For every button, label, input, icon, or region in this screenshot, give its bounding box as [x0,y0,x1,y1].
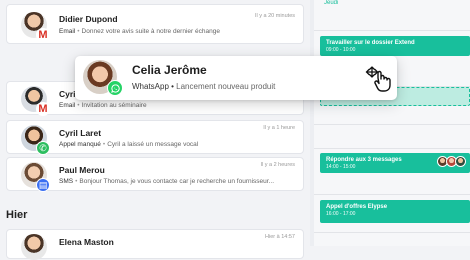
list-item[interactable]: ▤ Paul Merou SMS • Bonjour Thomas, je vous… [6,157,304,192]
calendar-day-column: Jeudi Travailler sur le dossier Extend 0… [314,0,470,246]
hour-line [314,194,470,195]
item-meta: SMS • Bonjour Thomas, je vous contacte car… [59,178,274,185]
section-title-yesterday: Hier [6,209,28,221]
whatsapp-icon [107,80,123,96]
calendar-event[interactable]: Travailler sur le dossier Extend 09:00 -… [320,36,470,56]
hand-cursor-icon [365,66,391,92]
calendar-event[interactable]: Répondre aux 3 messages 14:00 - 15:00 [320,153,470,173]
separator-dot: • [77,28,80,35]
gmail-icon: M [36,102,50,116]
item-text: Bonjour Thomas, je vous contacte car je … [79,178,274,185]
event-participants [437,156,466,167]
channel-label: SMS [59,178,74,185]
channel-label: Email [59,28,76,35]
separator-dot: • [75,178,78,185]
list-item[interactable]: M Didier Dupond Email • Donnez votre avis … [6,4,304,44]
phone-icon: ✆ [36,141,50,155]
hour-line [314,148,470,149]
item-meta: Appel manqué • Cyril a laissé un message v… [59,141,198,148]
separator-dot: • [102,141,106,148]
event-title: Appel d'offres Elypse [326,204,388,210]
contact-name: Didier Dupond [59,14,118,24]
channel-label: Appel manqué [59,141,101,148]
timestamp: Hier à 14:57 [265,234,295,240]
hour-line [314,124,470,125]
dragged-card[interactable]: Celia Jerôme WhatsApp • Lancement nouvea… [75,56,397,100]
separator-dot: • [77,102,80,109]
item-meta: Email • Invitation au séminaire [59,102,147,109]
list-item[interactable]: ✆ Cyril Laret Appel manqué • Cyril a laiss… [6,120,304,155]
timestamp: Il y a 2 heures [260,162,295,168]
timestamp: Il y a 20 minutes [254,13,295,19]
hour-line [314,30,470,31]
calendar-panel: Jeudi Travailler sur le dossier Extend 0… [310,0,470,246]
event-time: 16:00 - 17:00 [326,211,356,217]
gmail-icon: M [36,28,50,42]
item-meta: Email • Donnez votre avis suite à notre de… [59,28,220,35]
contact-name: Celia Jerôme [132,63,207,77]
event-title: Travailler sur le dossier Extend [326,40,415,46]
item-text: Lancement nouveau produit [176,82,276,91]
event-time: 09:00 - 10:00 [326,47,356,53]
timestamp: Il y a 1 heure [263,125,295,131]
calendar-event[interactable]: Appel d'offres Elypse 16:00 - 17:00 [320,200,470,223]
contact-name: Paul Merou [59,165,105,175]
calendar-day-label: Jeudi [324,0,339,6]
item-text: Cyril a laissé un message vocal [107,141,199,148]
avatar [21,234,47,260]
activity-feed: M Didier Dupond Email • Donnez votre avis … [0,0,310,260]
contact-name: Cyril Laret [59,128,102,138]
item-meta: WhatsApp • Lancement nouveau produit [132,82,275,91]
channel-label: WhatsApp [132,82,169,91]
hour-line [314,232,470,233]
avatar [455,156,466,167]
sms-icon: ▤ [36,178,50,192]
item-text: Invitation au séminaire [81,102,147,109]
list-item[interactable]: Elena Maston Hier à 14:57 [6,229,304,260]
item-text: Donnez votre avis suite à notre dernier … [81,28,220,35]
channel-label: Email [59,102,76,109]
